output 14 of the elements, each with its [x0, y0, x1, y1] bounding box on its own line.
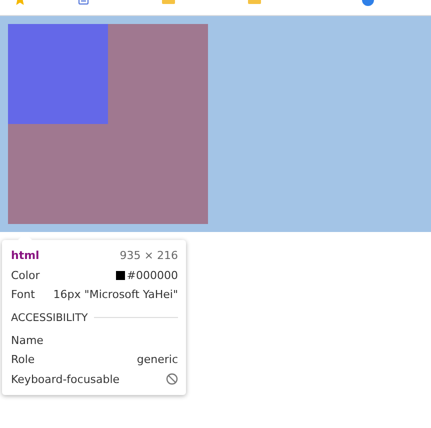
document-icon[interactable] — [78, 0, 89, 5]
property-label: Name — [11, 334, 44, 347]
property-value: generic — [136, 353, 178, 366]
folder-icon[interactable] — [162, 0, 175, 5]
property-value: 16px "Microsoft YaHei" — [53, 288, 178, 302]
folder-icon[interactable] — [248, 0, 261, 5]
element-size: 935 × 216 — [120, 249, 178, 262]
property-label: Role — [11, 353, 35, 366]
property-label: Color — [11, 268, 40, 282]
element-tag: html — [11, 249, 40, 262]
property-value: #000000 — [126, 268, 178, 282]
property-label: Font — [11, 288, 35, 302]
section-heading: ACCESSIBILITY — [11, 312, 88, 324]
property-label: Keyboard-focusable — [11, 372, 120, 386]
